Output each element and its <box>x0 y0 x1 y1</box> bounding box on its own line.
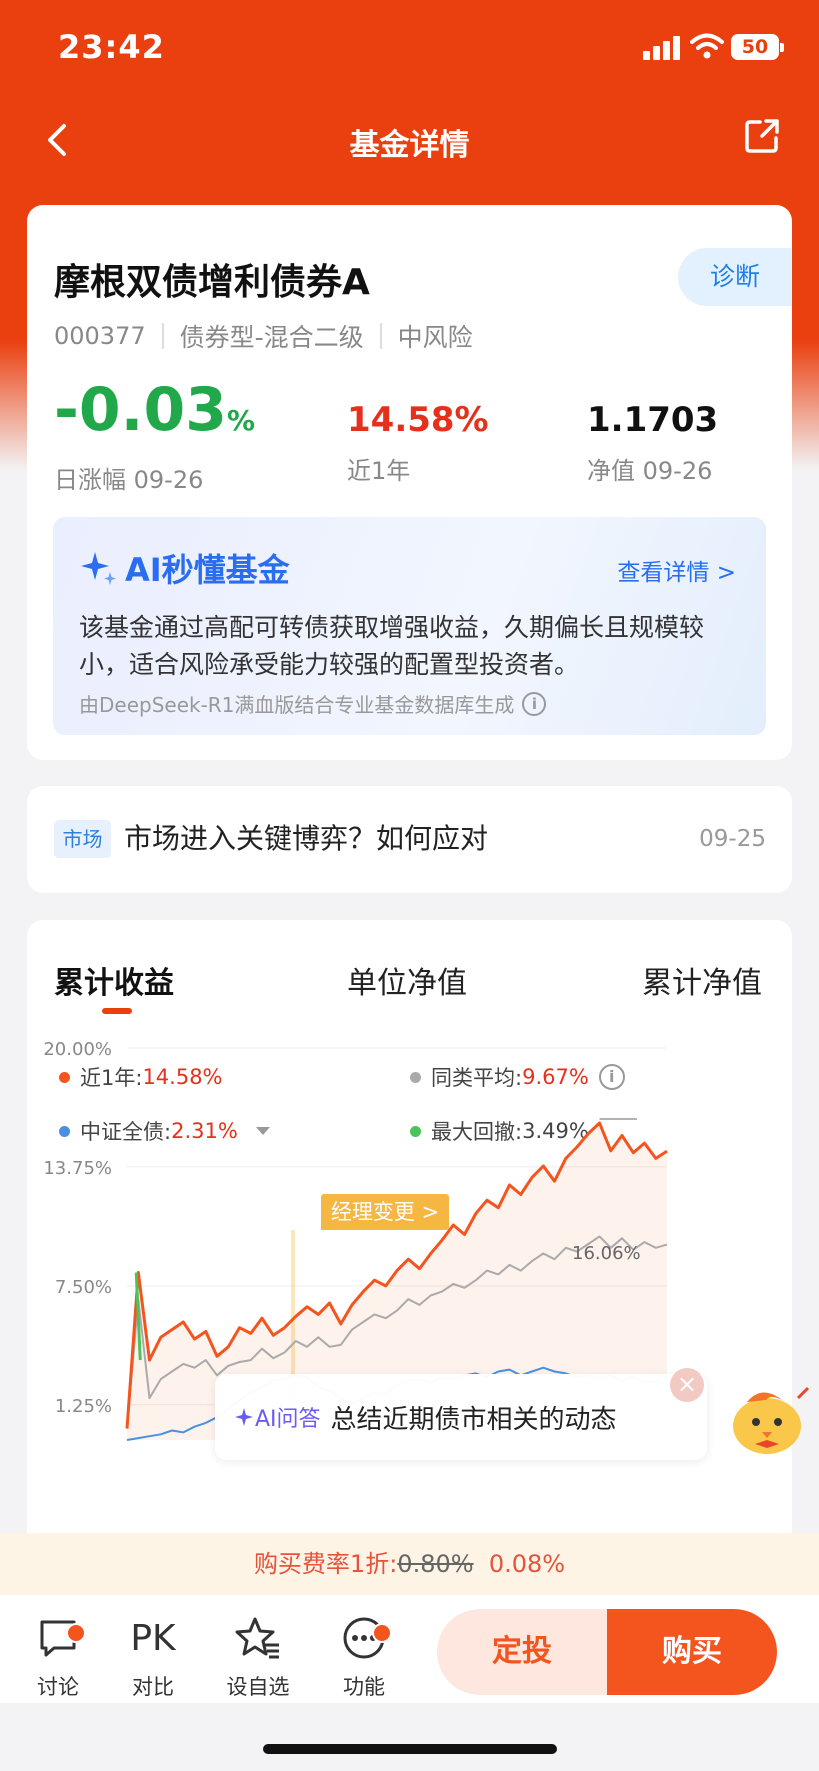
news-date: 09-25 <box>699 826 766 852</box>
ai-source-text: 由DeepSeek-R1满血版结合专业基金数据库生成 <box>79 693 515 717</box>
ai-ask-label: AI问答 <box>235 1401 321 1433</box>
info-icon[interactable]: i <box>522 691 547 716</box>
bottom-toolbar: 讨论 PK 对比 设自选 功能 定投 购买 <box>0 1595 819 1703</box>
status-bar: 23:42 50 <box>0 0 819 100</box>
news-card[interactable]: 市场 市场进入关键博弈？如何应对 09-25 <box>27 786 792 893</box>
discuss-button[interactable]: 讨论 <box>18 1615 98 1701</box>
ai-summary-text: 该基金通过高配可转债获取增强收益，久期偏长且规模较小，适合风险承受能力较强的配置… <box>79 613 705 679</box>
fixed-invest-button[interactable]: 定投 <box>437 1609 607 1695</box>
nav-bar: 基金详情 <box>0 100 819 180</box>
watchlist-label: 设自选 <box>226 1675 290 1699</box>
signal-icon <box>643 34 683 60</box>
fund-name: 摩根双债增利债券A <box>54 262 370 303</box>
notification-badge <box>66 1623 86 1643</box>
fee-old: 0.80% <box>397 1550 474 1578</box>
home-indicator <box>263 1744 557 1754</box>
compare-button[interactable]: PK 对比 <box>113 1615 193 1701</box>
divider <box>379 323 382 349</box>
ai-summary-title-text: AI秒懂基金 <box>125 551 290 589</box>
performance-card: 累计收益 单位净值 累计净值 近1年: 14.58% 同类平均: 9.67% i… <box>27 920 792 1620</box>
daily-change-stat: -0.03% 日涨幅 09-26 <box>54 375 255 495</box>
function-label: 功能 <box>343 1675 385 1699</box>
sparkle-icon <box>235 1408 253 1426</box>
news-title: 市场进入关键博弈？如何应对 <box>124 822 489 855</box>
buy-button[interactable]: 购买 <box>607 1609 777 1695</box>
ai-summary-panel[interactable]: AI秒懂基金 查看详情 > 该基金通过高配可转债获取增强收益，久期偏长且规模较小… <box>53 517 766 735</box>
mascot-icon[interactable] <box>722 1378 812 1458</box>
page-title: 基金详情 <box>349 128 470 163</box>
discuss-label: 讨论 <box>37 1675 79 1699</box>
y-tick-label: 13.75% <box>43 1158 112 1179</box>
nav-stat: 1.1703 净值 09-26 <box>587 395 718 486</box>
fee-new: 0.08% <box>488 1550 566 1578</box>
status-time: 23:42 <box>58 28 165 66</box>
year-return-stat: 14.58% 近1年 <box>347 395 489 486</box>
ai-ask-label-text: AI问答 <box>255 1407 321 1432</box>
divider <box>161 323 164 349</box>
daily-change-unit: % <box>226 404 256 437</box>
close-icon[interactable]: × <box>670 1368 704 1402</box>
fee-label: 购买费率1折: <box>253 1550 398 1578</box>
fee-banner: 购买费率1折:0.80% 0.08% <box>0 1533 819 1595</box>
peak-label: 16.06% <box>572 1243 641 1264</box>
compare-label: 对比 <box>132 1675 174 1699</box>
ai-ask-bubble[interactable]: AI问答 总结近期债市相关的动态 <box>215 1374 707 1460</box>
daily-change-label: 日涨幅 09-26 <box>54 466 204 494</box>
year-return-value: 14.58% <box>347 400 489 440</box>
watchlist-button[interactable]: 设自选 <box>218 1615 298 1701</box>
daily-change-value: -0.03 <box>54 375 227 445</box>
manager-change-marker[interactable]: 经理变更 > <box>321 1194 449 1230</box>
pk-icon: PK <box>130 1617 176 1659</box>
ai-view-details-link[interactable]: 查看详情 > <box>617 553 736 587</box>
notification-badge <box>372 1623 392 1643</box>
fund-meta: 000377 债券型-混合二级 中风险 <box>54 318 473 354</box>
y-tick-label: 7.50% <box>55 1277 112 1298</box>
star-icon <box>235 1617 279 1659</box>
fund-risk: 中风险 <box>397 323 473 352</box>
fund-type: 债券型-混合二级 <box>179 323 364 352</box>
sparkle-icon <box>81 552 116 585</box>
function-button[interactable]: 功能 <box>324 1615 404 1701</box>
fund-code: 000377 <box>54 322 146 350</box>
nav-label: 净值 09-26 <box>587 457 713 485</box>
share-icon[interactable] <box>742 116 782 156</box>
y-tick-label: 20.00% <box>43 1039 112 1060</box>
ai-source-note: 由DeepSeek-R1满血版结合专业基金数据库生成 i <box>79 689 547 718</box>
fund-summary-card: 摩根双债增利债券A 诊断 000377 债券型-混合二级 中风险 -0.03% … <box>27 205 792 760</box>
wifi-icon <box>690 33 724 59</box>
diagnose-button[interactable]: 诊断 <box>678 248 792 306</box>
year-return-label: 近1年 <box>347 457 411 485</box>
ai-ask-question: 总结近期债市相关的动态 <box>330 1404 617 1435</box>
battery-icon: 50 <box>731 34 784 60</box>
nav-value: 1.1703 <box>587 400 719 440</box>
news-tag: 市场 <box>54 820 111 858</box>
ai-summary-title: AI秒懂基金 <box>79 545 290 591</box>
y-tick-label: 1.25% <box>55 1396 112 1417</box>
